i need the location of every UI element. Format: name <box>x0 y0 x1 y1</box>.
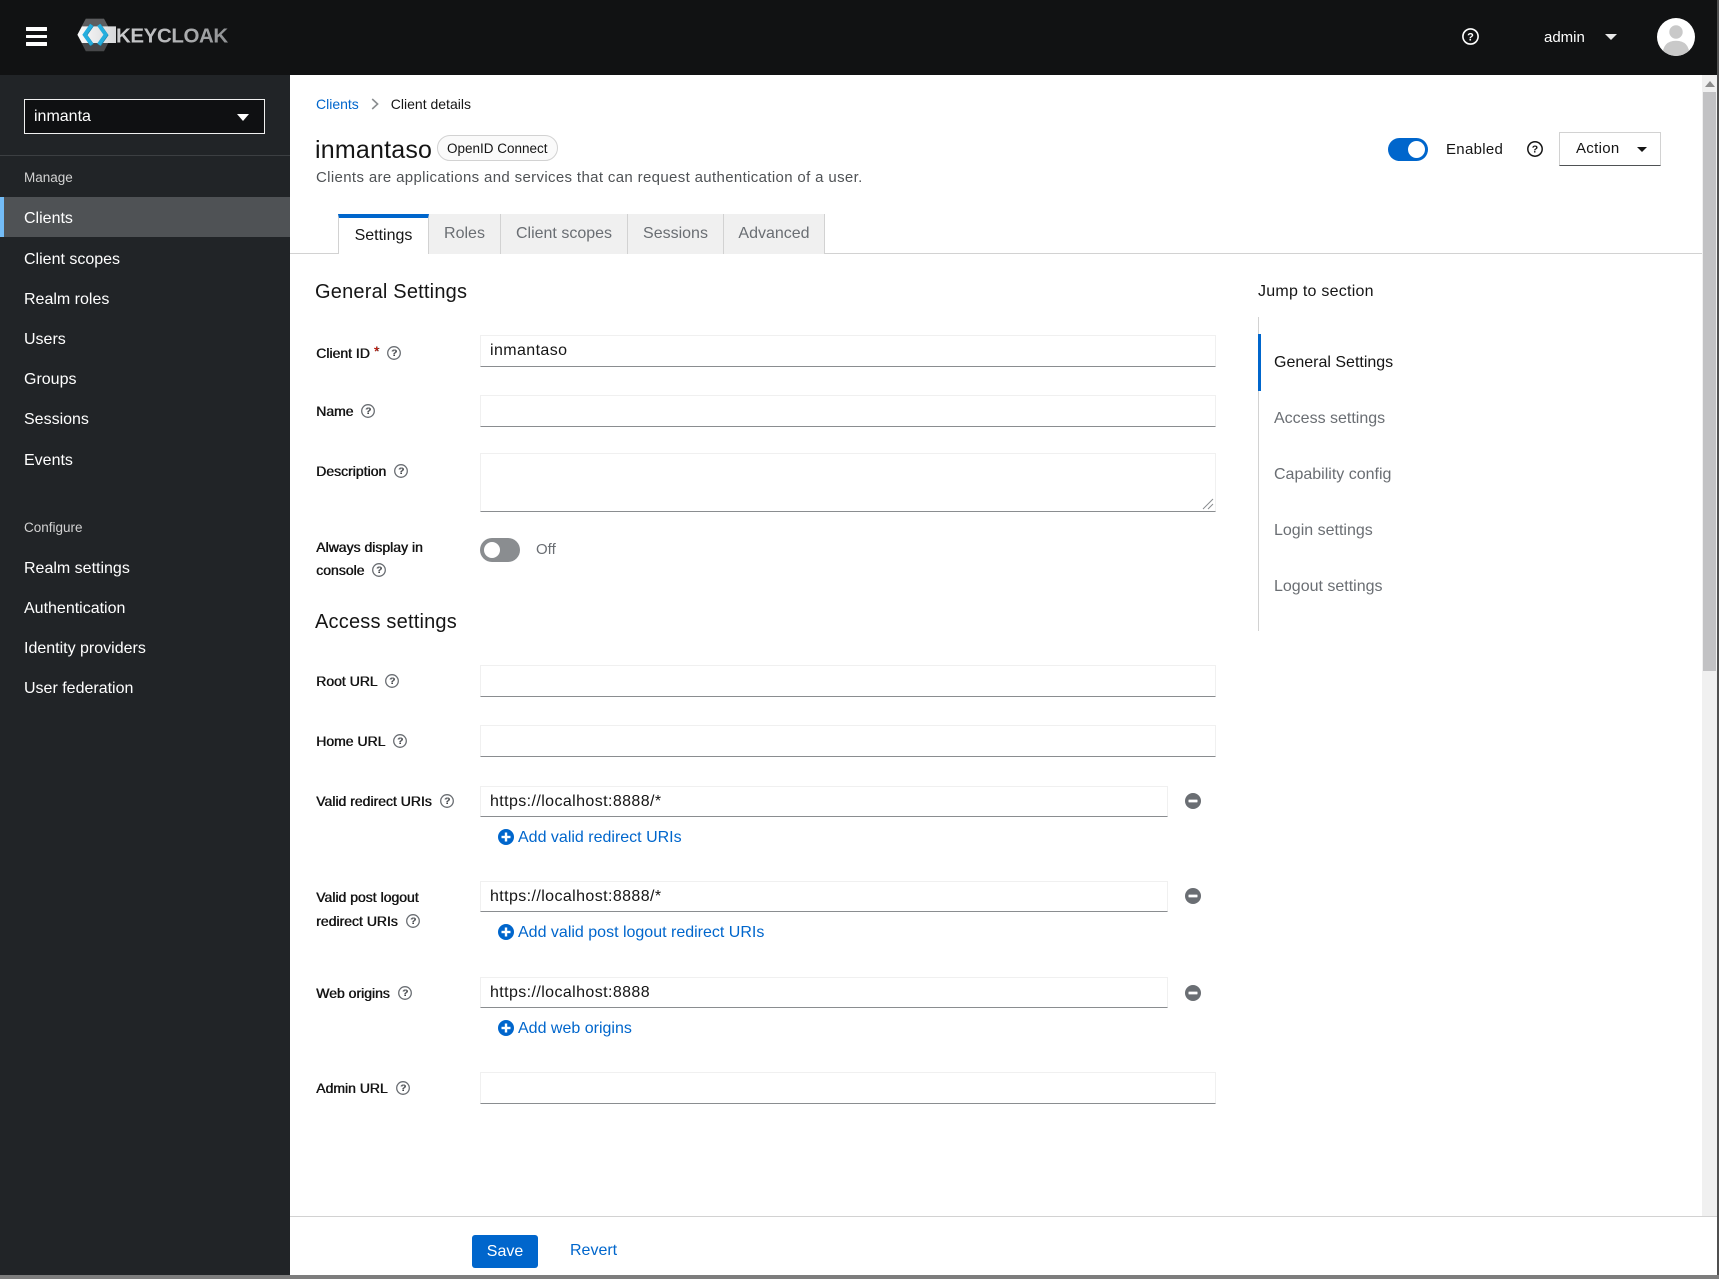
svg-text:?: ? <box>1532 144 1538 156</box>
svg-text:?: ? <box>365 406 371 417</box>
svg-text:?: ? <box>444 796 450 807</box>
svg-text:?: ? <box>397 736 403 747</box>
svg-text:?: ? <box>402 988 408 999</box>
svg-text:?: ? <box>398 466 404 477</box>
svg-text:?: ? <box>410 916 416 927</box>
svg-text:?: ? <box>391 348 397 359</box>
svg-text:?: ? <box>400 1083 406 1094</box>
svg-text:?: ? <box>376 565 382 576</box>
svg-text:?: ? <box>1467 31 1474 43</box>
svg-text:?: ? <box>390 676 396 687</box>
svg-text:KEYCLOAK: KEYCLOAK <box>116 25 228 48</box>
